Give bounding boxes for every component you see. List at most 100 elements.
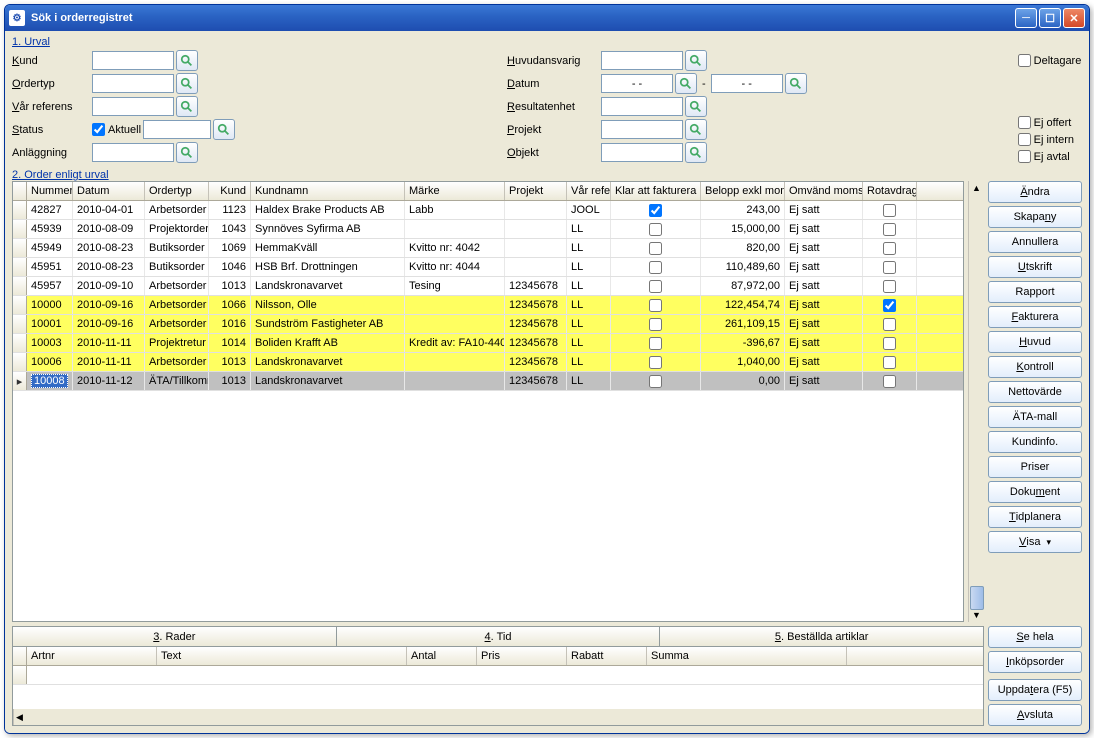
- rot-checkbox[interactable]: [883, 204, 896, 217]
- column-header[interactable]: Ordertyp: [145, 182, 209, 200]
- date-to-input[interactable]: [711, 74, 783, 93]
- column-header[interactable]: Belopp exkl moms: [701, 182, 785, 200]
- filter-input-r3[interactable]: [601, 120, 683, 139]
- table-row[interactable]: 428272010-04-01Arbetsorder1123Haldex Bra…: [13, 201, 963, 220]
- button-rapport[interactable]: Rapport: [988, 281, 1082, 303]
- lookup-icon[interactable]: [176, 142, 198, 163]
- column-header[interactable]: Rotavdrag: [863, 182, 917, 200]
- klar-checkbox[interactable]: [649, 299, 662, 312]
- checkbox-ej-avtal[interactable]: Ej avtal: [1018, 150, 1074, 163]
- rot-checkbox[interactable]: [883, 375, 896, 388]
- tab-bestallda[interactable]: 5. Beställda artiklar: [660, 626, 984, 646]
- titlebar[interactable]: ⚙ Sök i orderregistret ─ ☐ ✕: [5, 5, 1089, 31]
- filter-input-2[interactable]: [92, 97, 174, 116]
- column-header[interactable]: Märke: [405, 182, 505, 200]
- scrollbar-vertical[interactable]: ▲ ▼: [968, 181, 984, 622]
- button-dokument[interactable]: Dokument: [988, 481, 1082, 503]
- lookup-icon[interactable]: [176, 50, 198, 71]
- table-row[interactable]: 100032010-11-11Projektretur1014Boliden K…: [13, 334, 963, 353]
- table-row[interactable]: 459492010-08-23Butiksorder1069HemmaKväll…: [13, 239, 963, 258]
- column-header[interactable]: Antal: [407, 647, 477, 665]
- column-header[interactable]: Datum: [73, 182, 145, 200]
- tab-tid[interactable]: 4. Tid: [337, 626, 661, 646]
- klar-checkbox[interactable]: [649, 280, 662, 293]
- table-row[interactable]: 100012010-09-16Arbetsorder1016Sundström …: [13, 315, 963, 334]
- klar-checkbox[interactable]: [649, 337, 662, 350]
- filter-input-0[interactable]: [92, 51, 174, 70]
- button-tamall[interactable]: ÄTA-mall: [988, 406, 1082, 428]
- calendar-icon[interactable]: [785, 73, 807, 94]
- deltagare-checkbox[interactable]: Deltagare: [1018, 50, 1082, 71]
- lookup-icon[interactable]: [685, 50, 707, 71]
- rot-checkbox[interactable]: [883, 280, 896, 293]
- klar-checkbox[interactable]: [649, 223, 662, 236]
- tab-rader[interactable]: 3. Rader: [12, 626, 337, 646]
- column-header[interactable]: Text: [157, 647, 407, 665]
- table-row[interactable]: ▸100082010-11-12ÄTA/Tillkomm1013Landskro…: [13, 372, 963, 391]
- filter-input-r4[interactable]: [601, 143, 683, 162]
- close-button[interactable]: ✕: [1063, 8, 1085, 28]
- minimize-button[interactable]: ─: [1015, 8, 1037, 28]
- button-huvud[interactable]: Huvud: [988, 331, 1082, 353]
- column-header[interactable]: Omvänd moms: [785, 182, 863, 200]
- column-header[interactable]: Vår refer: [567, 182, 611, 200]
- table-row[interactable]: 100062010-11-11Arbetsorder1013Landskrona…: [13, 353, 963, 372]
- column-header[interactable]: Summa: [647, 647, 847, 665]
- order-grid[interactable]: NummerDatumOrdertypKundKundnamnMärkeProj…: [12, 181, 964, 622]
- lookup-icon[interactable]: [213, 119, 235, 140]
- lookup-icon[interactable]: [685, 119, 707, 140]
- table-row[interactable]: 459512010-08-23Butiksorder1046HSB Brf. D…: [13, 258, 963, 277]
- lookup-icon[interactable]: [685, 142, 707, 163]
- filter-input-r2[interactable]: [601, 97, 683, 116]
- calendar-icon[interactable]: [675, 73, 697, 94]
- visa-dropdown[interactable]: Visa: [988, 531, 1082, 553]
- table-row[interactable]: 459572010-09-10Arbetsorder1013Landskrona…: [13, 277, 963, 296]
- button-skapany[interactable]: Skapa ny: [988, 206, 1082, 228]
- filter-input-4[interactable]: [92, 143, 174, 162]
- button-inkpsorder[interactable]: Inköpsorder: [988, 651, 1082, 673]
- filter-input-1[interactable]: [92, 74, 174, 93]
- button-utskrift[interactable]: Utskrift: [988, 256, 1082, 278]
- filter-input-r0[interactable]: [601, 51, 683, 70]
- lines-grid[interactable]: ArtnrTextAntalPrisRabattSumma ◀: [12, 646, 984, 726]
- button-fakturera[interactable]: Fakturera: [988, 306, 1082, 328]
- rot-checkbox[interactable]: [883, 242, 896, 255]
- column-header[interactable]: Rabatt: [567, 647, 647, 665]
- column-header[interactable]: Nummer: [27, 182, 73, 200]
- column-header[interactable]: Pris: [477, 647, 567, 665]
- button-kundinfo[interactable]: Kundinfo.: [988, 431, 1082, 453]
- button-tidplanera[interactable]: Tidplanera: [988, 506, 1082, 528]
- button-sehela[interactable]: Se hela: [988, 626, 1082, 648]
- date-from-input[interactable]: [601, 74, 673, 93]
- table-row[interactable]: 459392010-08-09Projektorder1043Synnöves …: [13, 220, 963, 239]
- column-header[interactable]: Klar att fakturera: [611, 182, 701, 200]
- column-header[interactable]: Artnr: [27, 647, 157, 665]
- button-annullera[interactable]: Annullera: [988, 231, 1082, 253]
- klar-checkbox[interactable]: [649, 261, 662, 274]
- rot-checkbox[interactable]: [883, 318, 896, 331]
- maximize-button[interactable]: ☐: [1039, 8, 1061, 28]
- lookup-icon[interactable]: [176, 73, 198, 94]
- rot-checkbox[interactable]: [883, 261, 896, 274]
- rot-checkbox[interactable]: [883, 223, 896, 236]
- lookup-icon[interactable]: [685, 96, 707, 117]
- column-header[interactable]: Kund: [209, 182, 251, 200]
- button-priser[interactable]: Priser: [988, 456, 1082, 478]
- column-header[interactable]: Kundnamn: [251, 182, 405, 200]
- rot-checkbox[interactable]: [883, 337, 896, 350]
- button-uppdateraf[interactable]: Uppdatera (F5): [988, 679, 1082, 701]
- button-ndra[interactable]: Ändra: [988, 181, 1082, 203]
- klar-checkbox[interactable]: [649, 356, 662, 369]
- checkbox-ej-offert[interactable]: Ej offert: [1018, 116, 1074, 129]
- status-input[interactable]: [143, 120, 211, 139]
- button-nettovrde[interactable]: Nettovärde: [988, 381, 1082, 403]
- klar-checkbox[interactable]: [649, 375, 662, 388]
- button-kontroll[interactable]: Kontroll: [988, 356, 1082, 378]
- klar-checkbox[interactable]: [649, 318, 662, 331]
- table-row[interactable]: 100002010-09-16Arbetsorder1066Nilsson, O…: [13, 296, 963, 315]
- status-aktuell-checkbox[interactable]: Aktuell: [92, 123, 141, 136]
- lookup-icon[interactable]: [176, 96, 198, 117]
- klar-checkbox[interactable]: [649, 242, 662, 255]
- button-avsluta[interactable]: Avsluta: [988, 704, 1082, 726]
- rot-checkbox[interactable]: [883, 299, 896, 312]
